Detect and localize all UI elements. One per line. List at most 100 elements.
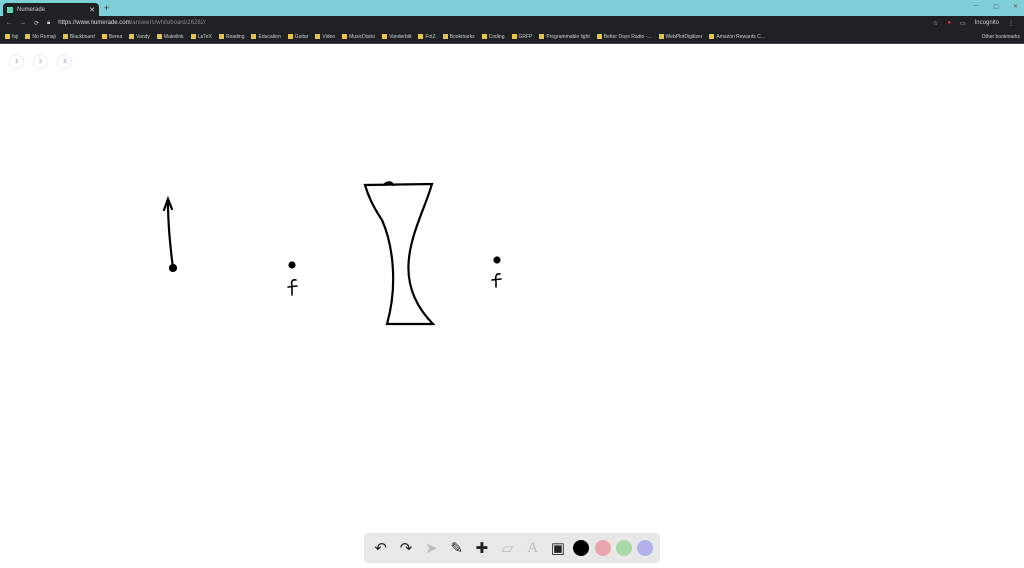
cast-icon[interactable]: ▭ — [960, 20, 966, 27]
bookmark-item[interactable]: Bookmarks — [442, 33, 475, 40]
folder-icon — [596, 33, 602, 39]
bookmark-label: Programmable light — [546, 33, 590, 40]
text-tool-button[interactable]: A — [523, 540, 543, 557]
bookmark-label: Makelink — [163, 33, 184, 40]
bookmark-item[interactable]: LaTeX — [190, 33, 212, 40]
folder-icon — [101, 33, 107, 39]
forward-icon[interactable]: → — [20, 20, 26, 26]
folder-icon — [218, 33, 224, 39]
bookmark-item[interactable]: WebPlotDigitizer — [658, 33, 703, 40]
folder-icon — [129, 33, 135, 39]
eraser-tool-button[interactable]: ▱ — [497, 539, 517, 557]
bookmark-item[interactable]: Berea — [101, 33, 123, 40]
bookmarks-bar: fuji No Romaji Blackboard Berea Vandy Makelin… — [0, 30, 1024, 44]
bookmark-label: Guitar — [294, 33, 309, 40]
folder-icon — [287, 33, 293, 39]
focal-point-right — [493, 256, 501, 264]
diverging-lens — [363, 181, 436, 326]
bookmark-item[interactable]: Programmable light — [539, 33, 590, 40]
reload-icon[interactable]: ⟳ — [34, 20, 39, 27]
incognito-label[interactable]: Incognito — [975, 20, 999, 26]
folder-icon — [511, 33, 517, 39]
bookmark-label: Vandy — [136, 33, 150, 40]
window-controls: — ▢ ✕ — [973, 3, 1018, 10]
folder-icon — [658, 33, 664, 39]
close-tab-icon[interactable]: ✕ — [89, 6, 95, 14]
folder-icon — [442, 33, 448, 39]
folder-icon — [481, 33, 487, 39]
star-icon[interactable]: ☆ — [933, 20, 938, 27]
bookmark-item[interactable]: Blackboard — [62, 33, 95, 40]
redo-button[interactable]: ↷ — [396, 539, 416, 557]
bookmark-label: Berea — [108, 33, 123, 40]
color-black-swatch[interactable] — [573, 540, 590, 556]
bookmark-item[interactable]: No Romaji — [25, 33, 56, 40]
drawing-toolbar: ↶ ↷ ➤ ✎ ✚ ▱ A ▣ — [364, 533, 660, 563]
tab-title: Numerade — [17, 6, 46, 13]
maximize-icon[interactable]: ▢ — [993, 3, 999, 10]
folder-icon — [25, 33, 31, 39]
url-field[interactable]: https://www.numerade.com/answers/whitebo… — [58, 20, 205, 26]
bookmark-label: Blackboard — [69, 33, 95, 40]
pen-tool-button[interactable]: ✎ — [447, 539, 467, 557]
folder-icon — [382, 33, 388, 39]
bookmark-label: fuji — [12, 33, 19, 40]
bookmark-label: Vanderbilt — [389, 33, 412, 40]
extension-icon[interactable]: ● — [947, 20, 951, 26]
focal-label-left — [287, 279, 298, 296]
menu-icon[interactable]: ⋮ — [1008, 20, 1014, 27]
lock-icon: 🔒︎ — [47, 19, 51, 26]
minimize-icon[interactable]: — — [973, 3, 979, 10]
bookmark-item[interactable]: Guitar — [287, 33, 309, 40]
bookmark-item[interactable]: GRFP — [511, 33, 533, 40]
focal-label-right — [491, 273, 502, 288]
color-purple-swatch[interactable] — [637, 540, 654, 556]
bookmark-item[interactable]: Better Days Radio -... — [596, 33, 652, 40]
bookmark-label: Better Days Radio -... — [603, 33, 652, 40]
bookmark-label: LaTeX — [197, 33, 212, 40]
bookmark-item[interactable]: Vandy — [129, 34, 150, 40]
folder-icon — [156, 33, 162, 39]
tab-numerade[interactable]: Numerade ✕ — [3, 3, 99, 16]
bookmark-item[interactable]: Makelink — [156, 33, 184, 40]
back-icon[interactable]: ← — [6, 20, 12, 26]
image-tool-button[interactable]: ▣ — [548, 539, 568, 557]
folder-icon — [315, 33, 321, 39]
folder-icon — [5, 33, 10, 39]
focal-point-left — [288, 261, 296, 269]
color-pink-swatch[interactable] — [594, 540, 611, 556]
bookmark-item[interactable]: Coding — [481, 33, 505, 40]
bookmark-item[interactable]: Video — [315, 34, 335, 40]
bookmark-label: Education — [258, 33, 281, 40]
add-button[interactable]: ✚ — [472, 539, 492, 557]
color-green-swatch[interactable] — [615, 540, 632, 556]
numerade-favicon-icon — [7, 6, 13, 13]
bookmark-item[interactable]: FotZ — [418, 33, 436, 40]
bookmark-label: Amazon Rewards C... — [716, 33, 766, 40]
folder-icon — [418, 33, 424, 39]
bookmark-label: FotZ — [425, 33, 436, 40]
bookmark-label: GRFP — [518, 33, 533, 40]
bookmark-label: MusicDistro — [349, 33, 376, 40]
undo-button[interactable]: ↶ — [371, 539, 391, 557]
bookmark-label: WebPlotDigitizer — [665, 33, 703, 40]
bookmark-item[interactable]: Reading — [218, 33, 244, 40]
new-tab-button[interactable]: + — [104, 3, 109, 13]
folder-icon — [190, 33, 196, 39]
bookmark-item[interactable]: fuji — [5, 34, 18, 40]
bookmark-label: No Romaji — [32, 33, 56, 40]
bookmark-item[interactable]: Vanderbilt — [382, 34, 411, 40]
address-bar-row: ← → ⟳ 🔒︎ https://www.numerade.com/answers/… — [0, 16, 1024, 30]
bookmark-label: Video — [322, 33, 336, 40]
bookmark-item[interactable]: MusicDistro — [342, 34, 375, 40]
object-dot — [168, 263, 178, 273]
bookmark-item[interactable]: Amazon Rewards C... — [709, 34, 765, 40]
whiteboard-canvas[interactable] — [0, 45, 1024, 525]
close-window-icon[interactable]: ✕ — [1013, 3, 1018, 10]
select-tool-button[interactable]: ➤ — [421, 539, 441, 557]
url-host: https://www.numerade.com — [58, 20, 131, 26]
bookmark-item[interactable]: Education — [251, 33, 281, 40]
other-bookmarks[interactable]: Other bookmarks — [982, 34, 1024, 40]
folder-icon — [251, 33, 257, 39]
folder-icon — [342, 33, 348, 39]
